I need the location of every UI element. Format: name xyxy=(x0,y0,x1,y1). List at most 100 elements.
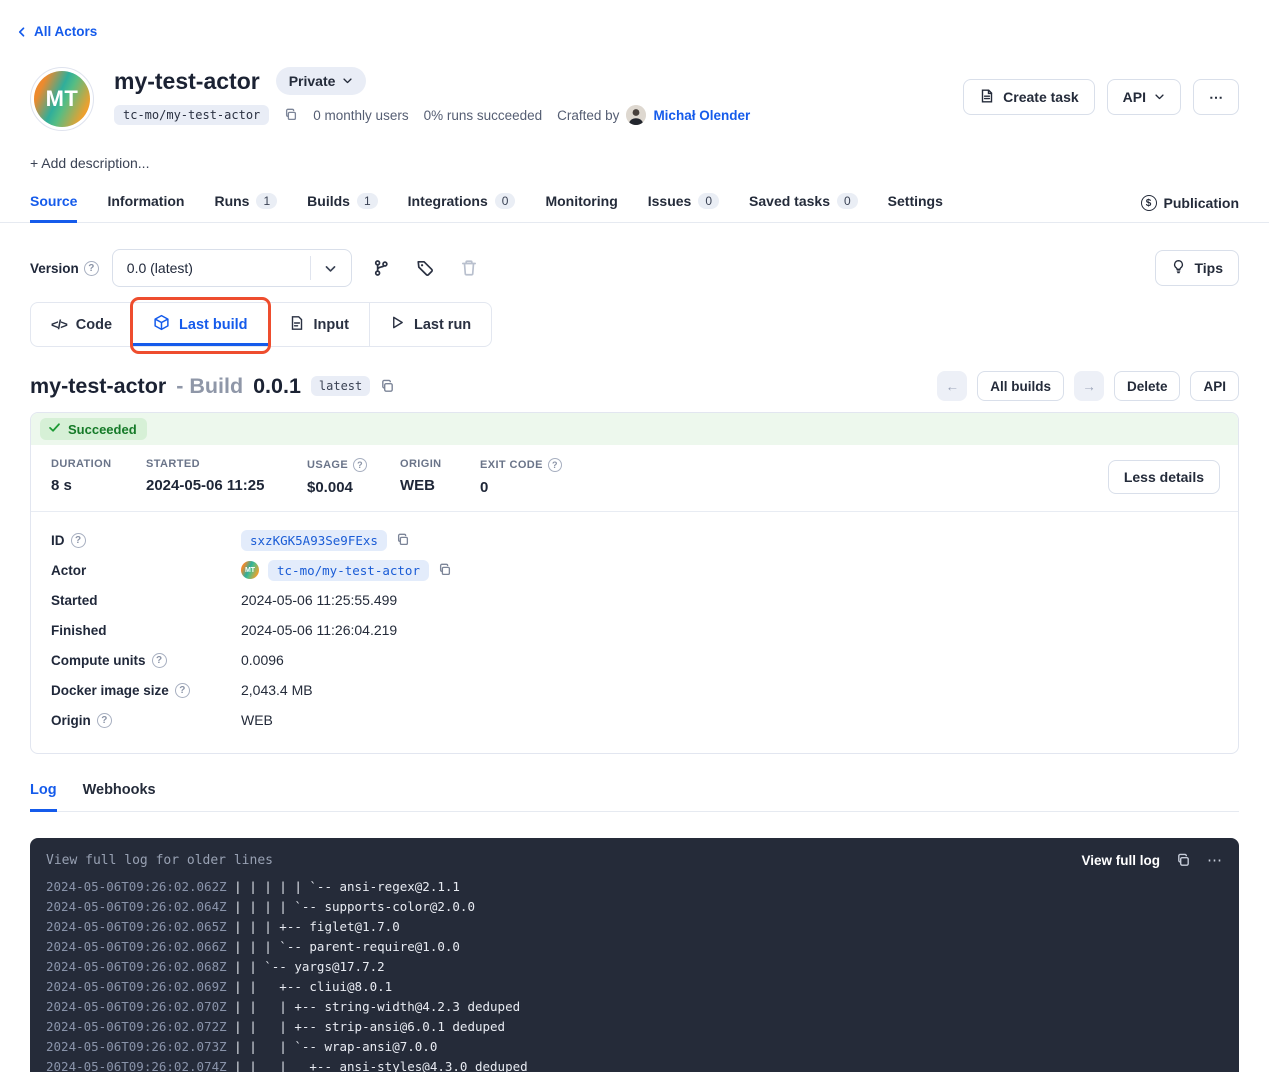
stat-label-text: STARTED xyxy=(146,458,200,470)
help-icon[interactable] xyxy=(71,533,86,548)
log-webhooks-tabs: Log Webhooks xyxy=(30,782,1239,812)
chevron-left-icon xyxy=(16,26,28,38)
tab-runs[interactable]: Runs1 xyxy=(214,193,277,223)
tab-builds[interactable]: Builds1 xyxy=(307,193,377,223)
tips-label: Tips xyxy=(1194,260,1223,276)
author-link[interactable]: Michał Olender xyxy=(653,108,750,123)
subtab-label: Last run xyxy=(414,317,471,333)
subtab-input[interactable]: Input xyxy=(269,302,370,347)
kv-row-docker-image-size: Docker image size 2,043.4 MB xyxy=(51,675,1218,705)
trash-icon[interactable] xyxy=(454,253,484,283)
build-api-button[interactable]: API xyxy=(1190,371,1239,401)
tips-button[interactable]: Tips xyxy=(1155,250,1239,286)
breadcrumb-all-actors[interactable]: All Actors xyxy=(0,0,97,39)
tab-issues[interactable]: Issues0 xyxy=(648,193,719,223)
stat-duration: DURATION 8 s xyxy=(51,458,146,496)
help-icon[interactable] xyxy=(84,261,99,276)
api-dropdown-button[interactable]: API xyxy=(1107,79,1181,115)
visibility-dropdown[interactable]: Private xyxy=(276,67,367,95)
actor-header: MT my-test-actor Private tc-mo/my-test-a… xyxy=(30,67,1239,131)
older-lines-link[interactable]: View full log for older lines xyxy=(46,853,273,868)
terminal-header: View full log for older lines View full … xyxy=(30,838,1239,872)
log-text: | | | | | `-- ansi-regex@2.1.1 xyxy=(227,879,460,894)
tab-label: Issues xyxy=(648,193,692,209)
previous-build-button[interactable]: ← xyxy=(937,371,967,401)
actor-link-badge[interactable]: tc-mo/my-test-actor xyxy=(268,560,429,581)
view-full-log-button[interactable]: View full log xyxy=(1081,853,1160,868)
tab-label: Source xyxy=(30,193,77,209)
log-text: | | +-- cliui@8.0.1 xyxy=(227,979,393,994)
header-actions: Create task API ⋯ xyxy=(963,67,1239,115)
log-text: | | | +-- figlet@1.7.0 xyxy=(227,919,400,934)
actor-build-page: All Actors MT my-test-actor Private tc-m… xyxy=(0,0,1269,1072)
help-icon[interactable] xyxy=(548,458,562,472)
git-branch-icon[interactable] xyxy=(366,253,396,283)
stat-value-text: 8 s xyxy=(51,477,146,494)
subtab-code[interactable]: </> Code xyxy=(30,302,133,347)
copy-icon[interactable] xyxy=(284,108,298,122)
copy-icon[interactable] xyxy=(1176,853,1191,868)
subtab-last-build[interactable]: Last build xyxy=(133,302,268,347)
log-timestamp: 2024-05-06T09:26:02.070Z xyxy=(46,999,227,1014)
tab-information[interactable]: Information xyxy=(107,193,184,223)
tab-webhooks[interactable]: Webhooks xyxy=(83,782,156,812)
kv-value-text: 2024-05-06 11:26:04.219 xyxy=(241,622,397,638)
tab-label: Information xyxy=(107,193,184,209)
help-icon[interactable] xyxy=(97,713,112,728)
terminal-more-icon[interactable]: ⋯ xyxy=(1207,851,1223,869)
tab-label: Monitoring xyxy=(545,193,617,209)
tab-label: Integrations xyxy=(408,193,488,209)
actor-meta-row: tc-mo/my-test-actor 0 monthly users 0% r… xyxy=(114,105,750,125)
next-build-button[interactable]: → xyxy=(1074,371,1104,401)
all-builds-button[interactable]: All builds xyxy=(977,371,1064,401)
help-icon[interactable] xyxy=(353,458,367,472)
help-icon[interactable] xyxy=(152,653,167,668)
kv-key-text: Docker image size xyxy=(51,683,169,698)
visibility-label: Private xyxy=(289,73,336,89)
code-icon: </> xyxy=(51,317,67,332)
log-lines: 2024-05-06T09:26:02.062Z | | | | | `-- a… xyxy=(30,872,1239,1072)
subtab-label: Input xyxy=(314,317,349,333)
add-description-link[interactable]: + Add description... xyxy=(30,155,149,171)
tag-icon[interactable] xyxy=(410,253,440,283)
stat-label-text: DURATION xyxy=(51,458,111,470)
build-id-badge[interactable]: sxzKGK5A93Se9FExs xyxy=(241,530,387,551)
subtab-last-run[interactable]: Last run xyxy=(370,302,492,347)
copy-icon[interactable] xyxy=(380,379,395,394)
log-line: 2024-05-06T09:26:02.072Z | | | +-- strip… xyxy=(46,1017,1223,1037)
tab-saved-tasks[interactable]: Saved tasks0 xyxy=(749,193,858,223)
actor-name-badge[interactable]: tc-mo/my-test-actor xyxy=(114,105,269,125)
arrow-right-icon: → xyxy=(1082,379,1096,394)
less-details-button[interactable]: Less details xyxy=(1108,460,1220,494)
copy-icon[interactable] xyxy=(396,533,410,547)
log-timestamp: 2024-05-06T09:26:02.064Z xyxy=(46,899,227,914)
tab-monitoring[interactable]: Monitoring xyxy=(545,193,617,223)
stat-label-text: ORIGIN xyxy=(400,458,442,470)
build-details-card: Succeeded DURATION 8 s STARTED 2024-05-0… xyxy=(30,412,1239,754)
build-heading-row: my-test-actor - Build 0.0.1 latest ← All… xyxy=(30,371,1239,401)
tab-source[interactable]: Source xyxy=(30,193,77,223)
stat-exit-code: EXIT CODE 0 xyxy=(480,458,562,496)
tab-integrations[interactable]: Integrations0 xyxy=(408,193,516,223)
dollar-icon xyxy=(1141,195,1157,211)
copy-icon[interactable] xyxy=(438,563,452,577)
play-icon xyxy=(390,315,405,334)
kv-row-actor: Actor MT tc-mo/my-test-actor xyxy=(51,555,1218,585)
tab-log[interactable]: Log xyxy=(30,782,57,812)
create-task-button[interactable]: Create task xyxy=(963,79,1095,115)
stat-value-text: $0.004 xyxy=(307,479,400,496)
tab-settings[interactable]: Settings xyxy=(888,193,943,223)
input-file-icon xyxy=(289,315,305,335)
more-options-button[interactable]: ⋯ xyxy=(1193,79,1239,115)
actor-avatar-initials: MT xyxy=(34,71,90,127)
log-line: 2024-05-06T09:26:02.068Z | | `-- yargs@1… xyxy=(46,957,1223,977)
log-line: 2024-05-06T09:26:02.064Z | | | | `-- sup… xyxy=(46,897,1223,917)
version-actions xyxy=(366,253,484,283)
delete-build-button[interactable]: Delete xyxy=(1114,371,1181,401)
help-icon[interactable] xyxy=(175,683,190,698)
publication-link[interactable]: Publication xyxy=(1141,195,1239,222)
tab-label: Builds xyxy=(307,193,350,209)
log-line: 2024-05-06T09:26:02.062Z | | | | | `-- a… xyxy=(46,877,1223,897)
stat-label-text: USAGE xyxy=(307,459,348,471)
version-select[interactable]: 0.0 (latest) xyxy=(112,249,352,287)
